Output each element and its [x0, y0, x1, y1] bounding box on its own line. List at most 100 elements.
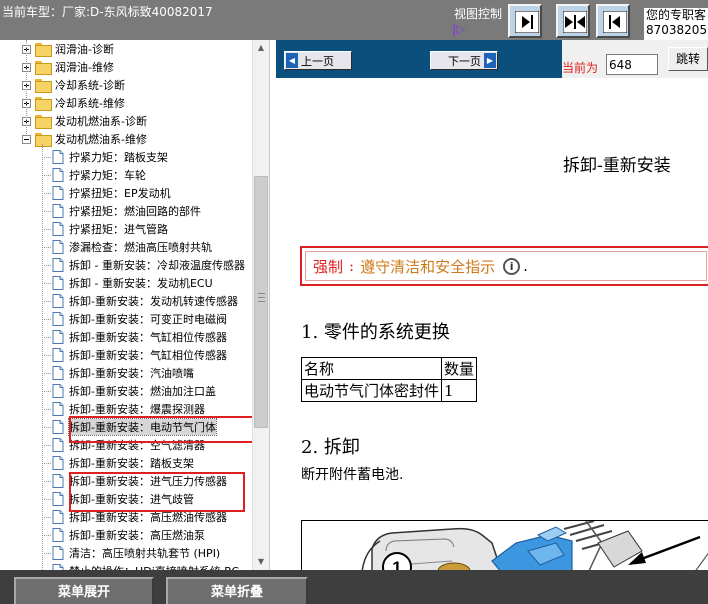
folder-icon: [35, 61, 52, 75]
tree-item-label: 拆卸-重新安装：气缸相位传感器: [69, 331, 227, 344]
document-icon: [52, 240, 64, 254]
scroll-down-arrow-icon[interactable]: ▼: [253, 554, 269, 570]
folder-icon: [35, 97, 52, 111]
collapse-minus-icon[interactable]: [22, 134, 31, 144]
document-icon: [52, 420, 64, 434]
document-icon: [52, 528, 64, 542]
tree-doc-item[interactable]: 禁止的操作：HDi直接喷射系统 RC: [52, 562, 239, 570]
table-row: 电动节气门体密封件 1: [300, 379, 478, 402]
tree-doc-item[interactable]: 拆卸-重新安装：可变正时电磁阀: [52, 310, 227, 328]
engine-diagram-figure: 1: [301, 520, 708, 570]
document-icon: [52, 258, 64, 272]
table-cell: 电动节气门体密封件: [300, 379, 443, 402]
tree-doc-item[interactable]: 拆卸-重新安装：气缸相位传感器: [52, 346, 227, 364]
tree-folder-item[interactable]: 发动机燃油系-诊断: [22, 112, 147, 130]
document-icon: [52, 384, 64, 398]
tree-doc-item[interactable]: 拧紧扭矩：进气管路: [52, 220, 168, 238]
tree-item-label: 拆卸-重新安装：爆震探测器: [69, 403, 205, 416]
tree-item-label: 清洁：高压喷射共轨套节 (HPI): [69, 547, 221, 560]
menu-expand-button[interactable]: 菜单展开: [14, 577, 154, 604]
tree-folder-item[interactable]: 润滑油-诊断: [22, 40, 114, 58]
parts-table: 名称 数量 电动节气门体密封件 1: [300, 357, 478, 402]
tree-folder-item[interactable]: 冷却系统-维修: [22, 94, 125, 112]
collapse-right-button[interactable]: [596, 4, 630, 38]
tree-item-label: 拆卸-重新安装：发动机转速传感器: [69, 295, 238, 308]
menu-collapse-button[interactable]: 菜单折叠: [166, 577, 308, 604]
tree-doc-item[interactable]: 拆卸 - 重新安装：冷却液温度传感器: [52, 256, 245, 274]
arrow-left-icon: ◀: [286, 53, 298, 68]
tree-item-label: 拆卸-重新安装：高压燃油泵: [69, 529, 205, 542]
tree-connector-line: [42, 144, 43, 570]
figure-callout-label: 1: [392, 558, 401, 570]
page-nav-bar: ◀ 上一页 下一页 ▶ 当前为 跳转: [276, 40, 708, 78]
tree-connector-line: [42, 301, 51, 302]
engine-diagram-illustration: 1: [302, 521, 708, 570]
collapse-left-icon: [515, 11, 539, 33]
prev-page-button[interactable]: ◀ 上一页: [284, 51, 352, 70]
tree-item-label: 禁止的操作：HDi直接喷射系统 RC: [69, 563, 239, 570]
view-toggle-icon[interactable]: |▷: [452, 22, 466, 36]
grip-icon: [258, 293, 265, 302]
current-page-label: 当前为: [562, 61, 599, 75]
sidebar-tree[interactable]: 润滑油-诊断 润滑油-维修 冷却系统-诊断 冷却系统-维修 发动机燃油系-诊断发动机燃油…: [0, 40, 270, 570]
page-jump-panel: 当前为 跳转: [562, 40, 708, 78]
current-vehicle-label: 当前车型：厂家:D-东风标致40082017: [2, 5, 213, 19]
tree-folder-item[interactable]: 润滑油-维修: [22, 58, 114, 76]
document-pane: ◀ 上一页 下一页 ▶ 当前为 跳转 拆卸-重新安装 强制 : 遵守清洁和安全指…: [276, 40, 708, 570]
tree-doc-item[interactable]: 拆卸-重新安装：气缸相位传感器: [52, 328, 227, 346]
folder-icon: [35, 79, 52, 93]
document-icon: [52, 330, 64, 344]
tree-item-label: 发动机燃油系-维修: [55, 133, 147, 146]
split-view-button[interactable]: [556, 4, 590, 38]
tree-connector-line: [42, 193, 51, 194]
sidebar-scrollbar[interactable]: ▲ ▼: [252, 40, 269, 570]
tree-item-label: 拧紧力矩：车轮: [69, 169, 146, 182]
step-text: 断开附件蓄电池.: [301, 467, 404, 483]
next-page-label: 下一页: [448, 54, 481, 68]
document-icon: [52, 276, 64, 290]
tree-folder-item[interactable]: 冷却系统-诊断: [22, 76, 125, 94]
tree-doc-item[interactable]: 拧紧力矩：踏板支架: [52, 148, 168, 166]
tree-doc-item[interactable]: 拧紧扭矩：燃油回路的部件: [52, 202, 201, 220]
document-icon: [52, 510, 64, 524]
section-heading-removal: 2. 拆卸: [301, 437, 360, 458]
tree-connector-line: [42, 445, 51, 446]
tree-doc-item[interactable]: 渗漏检查：燃油高压喷射共轨: [52, 238, 212, 256]
document-icon: [52, 222, 64, 236]
info-icon[interactable]: i: [503, 257, 521, 275]
tree-connector-line: [42, 535, 51, 536]
tree-doc-item[interactable]: 拆卸-重新安装：踏板支架: [52, 454, 194, 472]
table-cell: 1: [441, 379, 478, 402]
document-icon: [52, 438, 64, 452]
tree-doc-item[interactable]: 拧紧扭矩：EP发动机: [52, 184, 171, 202]
document-icon: [52, 474, 64, 488]
tree-connector-line: [42, 319, 51, 320]
arrow-right-icon: ▶: [484, 53, 496, 68]
document-icon: [52, 150, 64, 164]
tree-item-label: 拆卸-重新安装：踏板支架: [69, 457, 194, 470]
tree-connector-line: [42, 337, 51, 338]
tree-doc-item[interactable]: 清洁：高压喷射共轨套节 (HPI): [52, 544, 220, 562]
tree-folder-item[interactable]: 发动机燃油系-维修: [22, 130, 147, 148]
tree-item-label: 拆卸-重新安装：可变正时电磁阀: [69, 313, 227, 326]
tree-connector-line: [42, 409, 51, 410]
jump-button[interactable]: 跳转: [668, 47, 708, 71]
collapse-left-button[interactable]: [508, 4, 542, 38]
page-number-input[interactable]: [606, 54, 658, 75]
tree-doc-item[interactable]: 拆卸-重新安装：发动机转速传感器: [52, 292, 238, 310]
table-header-row: 名称 数量: [300, 357, 478, 380]
tree-item-label: 拧紧力矩：踏板支架: [69, 151, 168, 164]
tree-doc-item[interactable]: 拆卸-重新安装：汽油喷嘴: [52, 364, 194, 382]
next-page-button[interactable]: 下一页 ▶: [430, 51, 498, 70]
document-icon: [52, 168, 64, 182]
document-icon: [52, 186, 64, 200]
tree-doc-item[interactable]: 拆卸 - 重新安装：发动机ECU: [52, 274, 213, 292]
tree-doc-item[interactable]: 拆卸-重新安装：燃油加注口盖: [52, 382, 216, 400]
tree-item-label: 拧紧扭矩：燃油回路的部件: [69, 205, 201, 218]
scroll-up-arrow-icon[interactable]: ▲: [253, 40, 269, 56]
tree-connector-line: [42, 247, 51, 248]
tree-doc-item[interactable]: 拆卸-重新安装：高压燃油泵: [52, 526, 205, 544]
scrollbar-thumb[interactable]: [254, 176, 268, 428]
split-view-icon: [563, 11, 587, 33]
tree-doc-item[interactable]: 拧紧力矩：车轮: [52, 166, 146, 184]
